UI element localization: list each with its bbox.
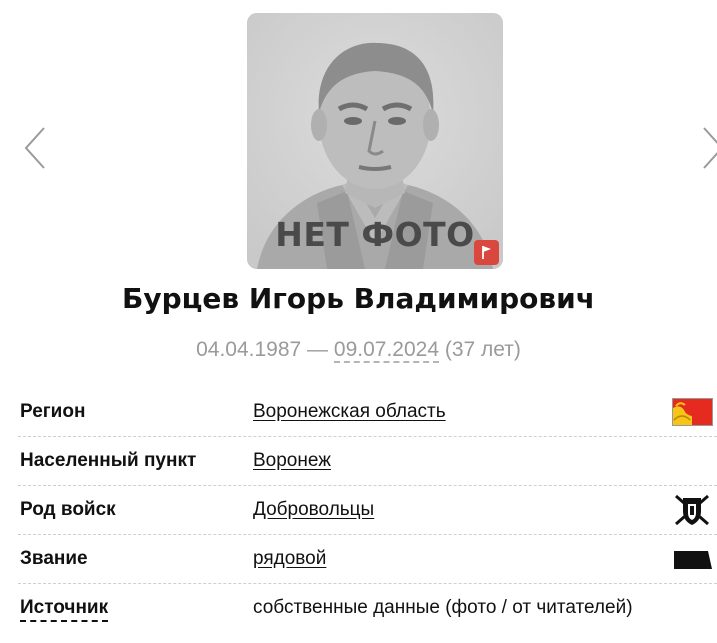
date-separator: — — [301, 338, 334, 361]
prev-photo-button[interactable] — [22, 126, 48, 170]
death-date[interactable]: 09.07.2024 — [333, 338, 439, 363]
next-photo-button[interactable] — [700, 126, 717, 170]
chevron-right-icon — [703, 127, 717, 169]
chevron-left-icon — [24, 127, 45, 169]
troops-label: Род войск — [20, 499, 116, 520]
age: (37 лет) — [439, 338, 521, 361]
troops-link[interactable]: Добровольцы — [253, 499, 374, 521]
rank-insignia-icon — [674, 551, 712, 569]
person-name: Бурцев Игорь Владимирович — [122, 282, 595, 315]
row-region: Регион Воронежская область — [18, 388, 717, 437]
region-flag-icon — [672, 398, 713, 426]
shield-emblem-icon — [675, 494, 709, 526]
row-troops: Род войск Добровольцы — [18, 486, 717, 535]
row-rank: Звание рядовой — [18, 535, 717, 584]
flag-icon — [482, 246, 491, 259]
details-table: Регион Воронежская область Населенный пу… — [18, 388, 717, 633]
region-label: Регион — [20, 401, 86, 422]
settlement-link[interactable]: Воронеж — [253, 450, 331, 472]
source-value: собственные данные (фото / от читателей) — [253, 597, 633, 618]
no-photo-label: НЕТ ФОТО — [275, 215, 475, 254]
birth-date: 04.04.1987 — [196, 338, 302, 361]
row-settlement: Населенный пункт Воронеж — [18, 437, 717, 486]
rank-link[interactable]: рядовой — [253, 548, 326, 570]
row-source: Источник собственные данные (фото / от ч… — [18, 584, 717, 633]
no-photo-placeholder: НЕТ ФОТО — [247, 13, 503, 269]
region-link[interactable]: Воронежская область — [253, 401, 446, 423]
source-label[interactable]: Источник — [20, 597, 109, 622]
settlement-label: Населенный пункт — [20, 450, 197, 471]
report-photo-button[interactable] — [474, 240, 499, 265]
life-dates: 04.04.1987 — 09.07.2024 (37 лет) — [0, 338, 717, 363]
rank-label: Звание — [20, 548, 88, 569]
